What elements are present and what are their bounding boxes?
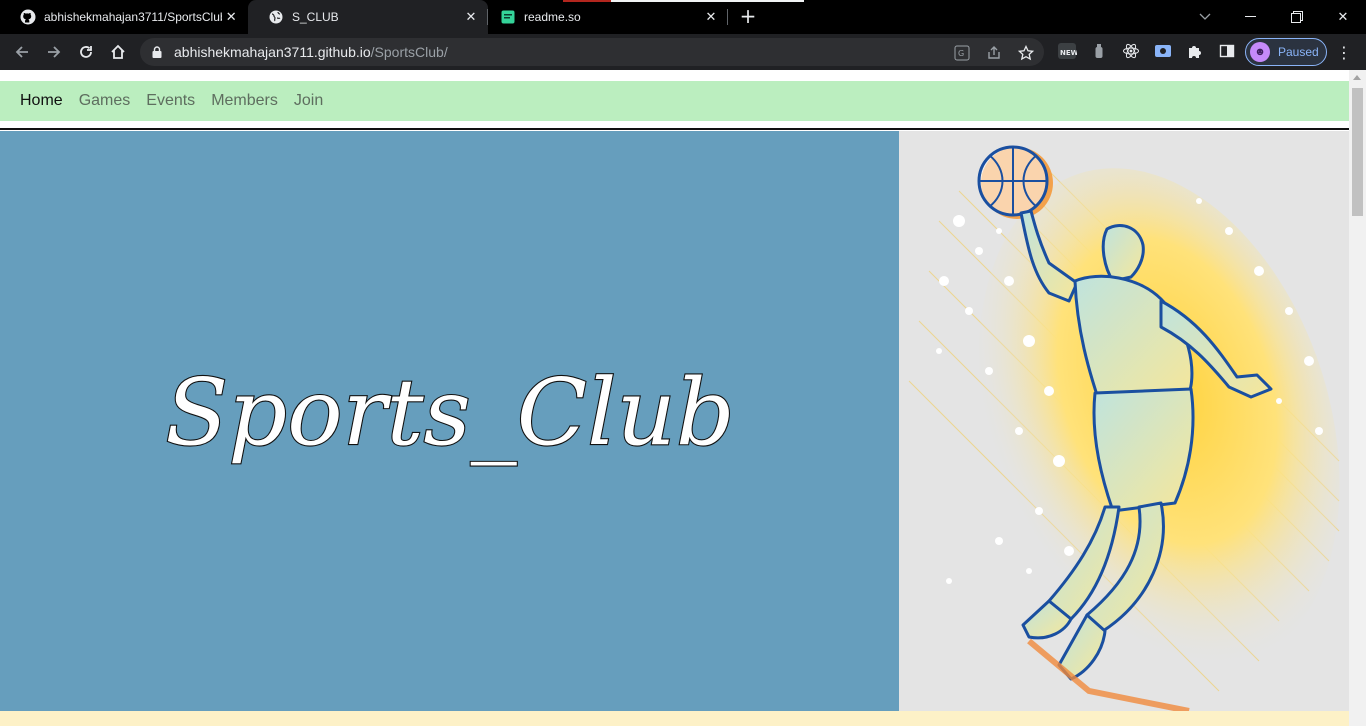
nav-games[interactable]: Games	[79, 92, 131, 110]
nav-home[interactable]: Home	[20, 92, 63, 110]
close-icon[interactable]: ✕	[702, 8, 720, 26]
svg-text:NEW: NEW	[1060, 49, 1077, 57]
lock-icon[interactable]	[152, 46, 166, 58]
restore-icon[interactable]	[1274, 0, 1320, 34]
tab-github[interactable]: abhishekmahajan3711/SportsClub ✕	[0, 0, 248, 34]
globe-icon	[268, 9, 284, 25]
hero-banner: Sports_Club	[0, 131, 899, 711]
avatar: ☻	[1250, 42, 1270, 62]
back-arrow-icon[interactable]	[8, 38, 36, 66]
bookmark-star-icon[interactable]	[1018, 45, 1034, 61]
scrollbar-thumb[interactable]	[1352, 88, 1363, 216]
readme-icon	[500, 9, 516, 25]
address-bar[interactable]: abhishekmahajan3711.github.io/SportsClub…	[140, 38, 1044, 66]
share-icon[interactable]	[986, 45, 1002, 61]
extensions-puzzle-icon[interactable]	[1183, 39, 1207, 63]
nav-join[interactable]: Join	[294, 92, 323, 110]
svg-text:G: G	[958, 49, 964, 58]
hero-image	[899, 131, 1349, 711]
profile-button[interactable]: ☻ Paused	[1245, 38, 1327, 66]
tab-indicator	[563, 0, 611, 2]
site-nav: Home Games Events Members Join	[0, 81, 1349, 121]
screen-capture-icon[interactable]	[1151, 39, 1175, 63]
tab-title: abhishekmahajan3711/SportsClub	[44, 10, 223, 24]
nav-members[interactable]: Members	[211, 92, 278, 110]
hero-title: Sports_Club	[164, 358, 736, 467]
scroll-up-icon[interactable]	[1353, 75, 1361, 80]
extension-bottle-icon[interactable]	[1087, 39, 1111, 63]
close-icon[interactable]: ✕	[222, 8, 240, 26]
forward-arrow-icon[interactable]	[40, 38, 68, 66]
reload-icon[interactable]	[72, 38, 100, 66]
tab-s-club[interactable]: S_CLUB ✕	[248, 0, 488, 34]
minimize-icon[interactable]	[1228, 0, 1274, 34]
react-devtools-icon[interactable]	[1119, 39, 1143, 63]
extension-new-icon[interactable]: NEW	[1055, 39, 1079, 63]
profile-status: Paused	[1278, 45, 1319, 59]
translate-icon[interactable]: G	[954, 45, 970, 61]
side-panel-icon[interactable]	[1215, 39, 1239, 63]
basketball-player-illustration	[899, 131, 1349, 711]
page-scrollbar[interactable]	[1349, 70, 1366, 726]
tab-title: readme.so	[524, 10, 581, 24]
home-icon[interactable]	[104, 38, 132, 66]
tab-divider	[727, 9, 728, 25]
hero-title-text: Sports_Club	[165, 359, 734, 466]
page-viewport: Home Games Events Members Join Sports_Cl…	[0, 70, 1349, 726]
new-tab-button[interactable]: +	[736, 6, 760, 28]
url-path: /SportsClub/	[370, 44, 448, 60]
tab-search-icon[interactable]	[1182, 0, 1228, 34]
tab-strip: abhishekmahajan3711/SportsClub ✕ S_CLUB …	[0, 0, 1366, 34]
browser-toolbar: abhishekmahajan3711.github.io/SportsClub…	[0, 34, 1366, 70]
divider	[0, 128, 1349, 130]
github-icon	[20, 9, 36, 25]
tab-indicator	[611, 0, 804, 2]
nav-events[interactable]: Events	[146, 92, 195, 110]
tab-readme[interactable]: readme.so ✕	[488, 0, 728, 34]
footer-strip	[0, 711, 1349, 726]
more-menu-icon[interactable]: ⋮	[1334, 42, 1354, 62]
hero-title-wrap: Sports_Club	[0, 131, 899, 711]
close-window-icon[interactable]: ✕	[1320, 0, 1366, 34]
url-host: abhishekmahajan3711.github.io	[174, 44, 371, 60]
close-icon[interactable]: ✕	[462, 8, 480, 26]
tab-title: S_CLUB	[292, 10, 339, 24]
